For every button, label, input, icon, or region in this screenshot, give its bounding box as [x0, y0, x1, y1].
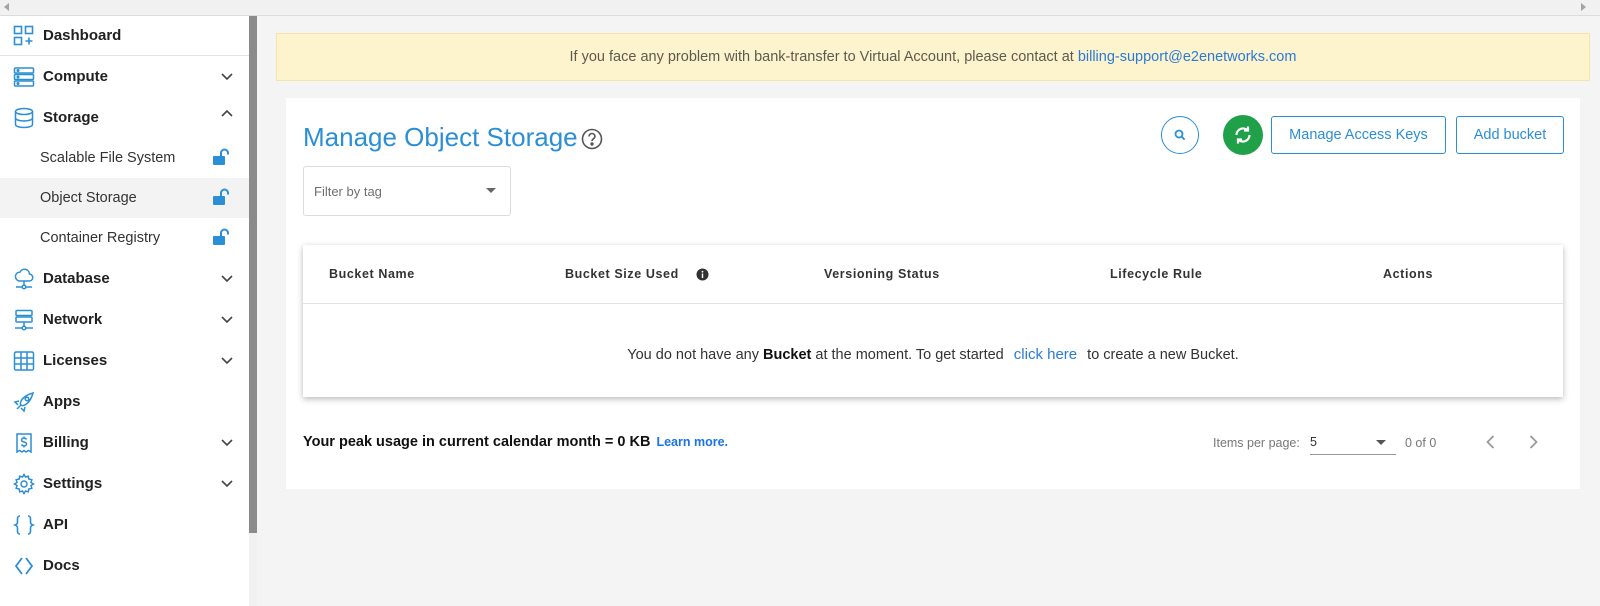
sidebar-item-label: Network [43, 311, 103, 328]
sidebar-item-network[interactable]: Network [0, 299, 249, 340]
column-header-actions: Actions [1383, 267, 1434, 281]
refresh-button[interactable] [1223, 115, 1263, 155]
sidebar-subitem-container-registry[interactable]: Container Registry [0, 218, 249, 258]
chevron-down-icon[interactable] [219, 475, 235, 491]
sidebar-subitem-scalable-file-system[interactable]: Scalable File System [0, 138, 249, 178]
sidebar: Dashboard Compute Storage Scalable File … [0, 16, 249, 606]
empty-bold: Bucket [763, 347, 812, 363]
licenses-icon [12, 349, 36, 373]
sidebar-item-api[interactable]: API [0, 504, 249, 545]
add-bucket-button[interactable]: Add bucket [1456, 116, 1564, 154]
chevron-down-icon[interactable] [219, 68, 235, 84]
sidebar-subitem-label: Scalable File System [40, 150, 176, 166]
sidebar-item-label: Billing [43, 434, 89, 451]
table-header-divider [303, 303, 1563, 304]
compute-icon [12, 65, 36, 89]
search-button[interactable] [1161, 116, 1199, 154]
chevron-down-icon[interactable] [219, 311, 235, 327]
filter-by-tag-select[interactable]: Filter by tag [303, 166, 511, 216]
sidebar-item-label: Licenses [43, 352, 108, 369]
next-page-icon[interactable] [1523, 432, 1543, 452]
unlock-icon [213, 188, 229, 205]
sidebar-item-dashboard[interactable]: Dashboard [0, 16, 249, 56]
billing-notice-banner: If you face any problem with bank-transf… [276, 33, 1590, 81]
info-icon[interactable] [696, 268, 709, 281]
help-question-icon[interactable] [581, 128, 603, 150]
page-title: Manage Object Storage [303, 122, 578, 152]
filter-placeholder: Filter by tag [314, 184, 382, 199]
learn-more-link[interactable]: Learn more. [656, 435, 728, 449]
dashboard-icon [12, 24, 36, 48]
billing-support-email-link[interactable]: billing-support@e2enetworks.com [1078, 49, 1297, 65]
sidebar-item-licenses[interactable]: Licenses [0, 340, 249, 381]
items-per-page-value: 5 [1310, 435, 1317, 449]
sidebar-item-label: Docs [43, 557, 80, 574]
column-header-lifecycle-rule[interactable]: Lifecycle Rule [1110, 267, 1202, 281]
items-per-page-select[interactable]: 5 [1310, 431, 1396, 455]
sidebar-item-label: Settings [43, 475, 103, 492]
sidebar-item-apps[interactable]: Apps [0, 381, 249, 422]
chevron-down-icon[interactable] [219, 270, 235, 286]
sidebar-subitem-label: Container Registry [40, 230, 161, 246]
sidebar-item-billing[interactable]: Billing [0, 422, 249, 463]
sidebar-item-label: Database [43, 270, 110, 287]
items-per-page-label: Items per page: [1213, 436, 1300, 450]
sidebar-item-settings[interactable]: Settings [0, 463, 249, 504]
dropdown-caret-icon [1376, 440, 1386, 445]
empty-state-message: You do not have any Bucket at the moment… [303, 346, 1563, 363]
database-icon [12, 267, 36, 291]
column-header-bucket-size-used[interactable]: Bucket Size Used [565, 267, 679, 281]
sidebar-scrollbar-thumb[interactable] [249, 16, 257, 533]
sidebar-item-compute[interactable]: Compute [0, 56, 249, 97]
banner-text: If you face any problem with bank-transf… [569, 49, 1074, 65]
manage-access-keys-button[interactable]: Manage Access Keys [1271, 116, 1446, 154]
search-icon [1174, 129, 1186, 141]
dropdown-caret-icon [486, 188, 496, 193]
sidebar-item-docs[interactable]: Docs [0, 545, 249, 586]
peak-usage-label: Your peak usage in current calendar mont… [303, 434, 651, 450]
pagination-range: 0 of 0 [1405, 436, 1437, 450]
apps-rocket-icon [12, 390, 36, 414]
api-braces-icon [12, 513, 36, 537]
empty-middle: at the moment. To get started [815, 347, 1004, 363]
column-header-versioning-status[interactable]: Versioning Status [824, 267, 940, 281]
sidebar-item-label: Storage [43, 109, 99, 126]
empty-prefix: You do not have any [627, 347, 759, 363]
sidebar-subitem-label: Object Storage [40, 190, 137, 206]
sidebar-item-label: API [43, 516, 69, 533]
chevron-up-icon[interactable] [219, 106, 235, 122]
buckets-table: Bucket Name Bucket Size Used Versioning … [303, 245, 1563, 397]
sidebar-item-label: Apps [43, 393, 81, 410]
horizontal-scrollbar[interactable] [0, 0, 1600, 16]
chevron-down-icon[interactable] [219, 352, 235, 368]
scroll-left-arrow-icon[interactable] [4, 3, 9, 11]
sidebar-item-label: Compute [43, 68, 108, 85]
chevron-down-icon[interactable] [219, 434, 235, 450]
scroll-right-arrow-icon[interactable] [1581, 3, 1586, 11]
column-header-bucket-name[interactable]: Bucket Name [329, 267, 415, 281]
create-bucket-link[interactable]: click here [1014, 346, 1077, 363]
docs-code-icon [12, 554, 36, 578]
sidebar-subitem-object-storage[interactable]: Object Storage [0, 178, 249, 218]
previous-page-icon[interactable] [1481, 432, 1501, 452]
empty-suffix: to create a new Bucket. [1087, 347, 1239, 363]
unlock-icon [213, 148, 229, 165]
billing-icon [12, 431, 36, 455]
unlock-icon [213, 228, 229, 245]
settings-gear-icon [12, 472, 36, 496]
network-icon [12, 308, 36, 332]
peak-usage-text: Your peak usage in current calendar mont… [303, 434, 728, 450]
refresh-icon [1235, 126, 1251, 144]
storage-icon [12, 106, 36, 130]
sidebar-item-storage[interactable]: Storage [0, 97, 249, 138]
sidebar-item-label: Dashboard [43, 27, 122, 44]
sidebar-item-database[interactable]: Database [0, 258, 249, 299]
